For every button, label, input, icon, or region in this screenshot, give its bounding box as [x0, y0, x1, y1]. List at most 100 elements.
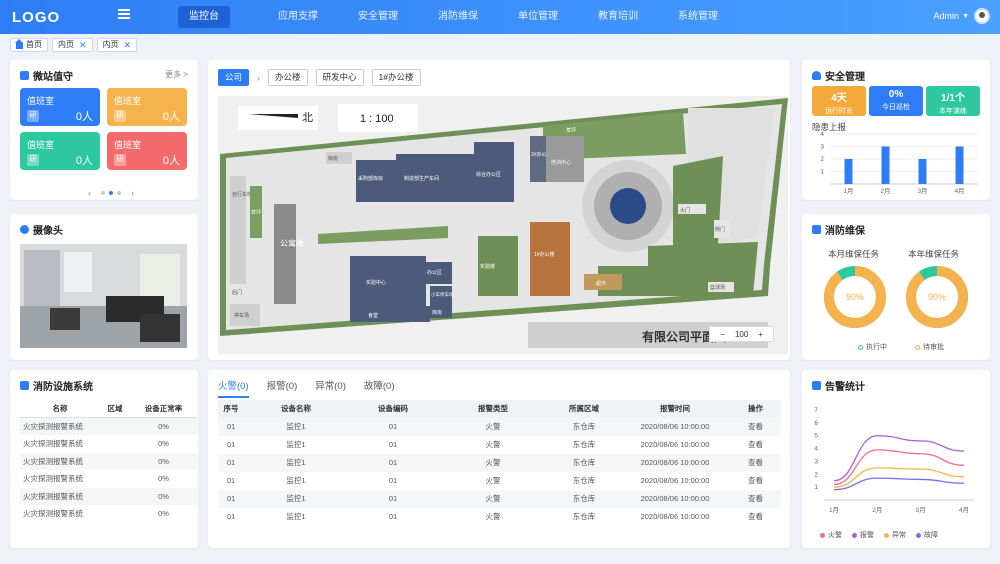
- avatar[interactable]: [974, 8, 990, 24]
- table-cell: [100, 418, 130, 436]
- top-bar: LOGO 监控台 应用支撑 安全管理 消防维保 单位管理 教育培训 系统管理 A…: [0, 0, 1000, 34]
- map-label: 篮球场: [710, 284, 725, 291]
- col-header: 设备名称: [281, 404, 311, 413]
- tab-fault[interactable]: 故障(0): [364, 378, 395, 398]
- legend-dot: [916, 532, 921, 538]
- breadcrumb-item[interactable]: 1#办公楼: [371, 69, 421, 86]
- x-tick-label: 3月: [916, 506, 926, 514]
- nav-item-fire[interactable]: 消防维保: [418, 6, 498, 28]
- table-cell: 01: [226, 440, 236, 449]
- alarm-tabs: 火警(0) 报警(0) 异常(0) 故障(0): [218, 378, 413, 398]
- table-cell: 监控1: [286, 476, 306, 485]
- duty-room-4[interactable]: 值班室研 0人: [107, 132, 187, 170]
- table-cell: 火警: [485, 440, 501, 449]
- floor-plan-map[interactable]: 北 1 : 100 公寓楼 自行车停放区 草坪 采购部库房 制造部生产车间 综合…: [218, 96, 788, 354]
- breadcrumb-item[interactable]: 研发中心: [315, 69, 364, 86]
- legend-dot: [884, 532, 889, 538]
- yearly-task-label: 本年维保任务: [908, 249, 960, 259]
- table-cell: [100, 435, 130, 453]
- chevron-right-icon[interactable]: ›: [131, 188, 134, 198]
- view-link[interactable]: 查看: [730, 508, 781, 526]
- col-header: 所属区域: [569, 404, 599, 413]
- view-link[interactable]: 查看: [730, 436, 781, 454]
- pager-dot[interactable]: [117, 191, 121, 195]
- breadcrumb-item[interactable]: 公司: [218, 69, 250, 86]
- duty-room-1[interactable]: 值班室研 0人: [20, 88, 100, 126]
- duty-badge: 研: [114, 110, 126, 122]
- x-tick-label: 2月: [872, 506, 882, 514]
- map-label: 后门: [232, 289, 242, 296]
- nav-item-system[interactable]: 系统管理: [658, 6, 738, 28]
- close-icon[interactable]: ✕: [79, 39, 87, 51]
- tab-fire[interactable]: 火警(0): [218, 378, 249, 398]
- view-link[interactable]: 查看: [730, 490, 781, 508]
- table-cell: 监控1: [286, 458, 306, 467]
- more-link[interactable]: 更多 >: [165, 69, 188, 80]
- table-row[interactable]: 火灾探测报警系统 0%: [20, 487, 197, 505]
- nav-item-safety[interactable]: 安全管理: [338, 6, 418, 28]
- pager-dot[interactable]: [101, 191, 105, 195]
- legend-dot: [852, 532, 857, 538]
- zoom-in-button[interactable]: +: [758, 330, 763, 339]
- duty-room-2[interactable]: 值班室研 0人: [107, 88, 187, 126]
- table-cell: [100, 453, 130, 471]
- table-row: 01 监控1 01 火警 东仓库 2020/08/06 10:00:00 查看: [218, 508, 781, 526]
- zoom-out-button[interactable]: −: [720, 330, 725, 339]
- tab-label: 内页: [102, 40, 119, 49]
- x-tick-label: 2月: [880, 187, 890, 195]
- tab-abnormal[interactable]: 异常(0): [315, 378, 346, 398]
- table-cell: 火警: [485, 458, 501, 467]
- map-label: 超市: [596, 280, 606, 287]
- table-row: 01 监控1 01 火警 东仓库 2020/08/06 10:00:00 查看: [218, 454, 781, 472]
- tab-inner-2[interactable]: 内页 ✕: [96, 38, 138, 52]
- tab-inner-1[interactable]: 内页 ✕: [52, 38, 93, 52]
- table-cell: 监控1: [286, 512, 306, 521]
- facility-card: 消防设施系统 名称 区域 设备正常率 火灾探测报警系统 0% 火灾探测报警系统 0% 火…: [10, 370, 198, 548]
- col-header: 操作: [748, 404, 763, 413]
- table-cell: 0%: [158, 474, 169, 483]
- stat-value: 1/1个: [941, 93, 965, 104]
- table-header: 名称 区域 设备正常率: [20, 400, 197, 418]
- menu-icon[interactable]: [118, 9, 130, 19]
- chevron-down-icon: ▼: [962, 12, 969, 20]
- user-name: Admin: [933, 11, 960, 21]
- camera-feed[interactable]: [20, 244, 187, 348]
- view-link[interactable]: 查看: [730, 454, 781, 472]
- close-icon[interactable]: ✕: [124, 39, 132, 51]
- facility-table: 名称 区域 设备正常率 火灾探测报警系统 0% 火灾探测报警系统 0% 火灾探测报警系统…: [20, 400, 197, 523]
- view-link[interactable]: 查看: [730, 472, 781, 490]
- user-menu[interactable]: Admin ▼: [934, 8, 990, 24]
- pager-dot-active[interactable]: [109, 191, 113, 195]
- nav-item-edu[interactable]: 教育培训: [578, 6, 658, 28]
- alarm-stat-legend: 火警 报警 异常 故障: [820, 530, 948, 540]
- table-cell: 火警: [485, 494, 501, 503]
- bar: [918, 159, 927, 184]
- nav-item-monitor[interactable]: 监控台: [178, 6, 230, 28]
- chevron-left-icon[interactable]: ‹: [88, 188, 91, 198]
- duty-room-3[interactable]: 值班室研 0人: [20, 132, 100, 170]
- table-row[interactable]: 火灾探测报警系统 0%: [20, 452, 197, 471]
- tab-alarm[interactable]: 报警(0): [267, 378, 298, 398]
- legend-item: 火警: [820, 530, 842, 540]
- alarm-table: 序号 设备名称 设备编码 报警类型 所属区域 报警时间 操作 01 监控1 01 火警 东仓库 2020…: [218, 400, 781, 526]
- map-label: 食堂: [368, 312, 378, 319]
- table-row[interactable]: 火灾探测报警系统 0%: [20, 470, 197, 488]
- y-tick-label: 6: [814, 420, 818, 427]
- nav-item-unit[interactable]: 单位管理: [498, 6, 578, 28]
- table-cell: 2020/08/06 10:00:00: [640, 476, 710, 485]
- view-link[interactable]: 查看: [730, 418, 781, 436]
- table-row[interactable]: 火灾探测报警系统 0%: [20, 417, 197, 436]
- legend-label: 火警: [828, 532, 842, 539]
- table-row[interactable]: 火灾探测报警系统 0%: [20, 505, 197, 523]
- tab-label: 首页: [26, 40, 42, 49]
- tab-home[interactable]: 首页: [10, 38, 48, 52]
- monthly-donut: 90%: [824, 266, 886, 328]
- map-label: 小车停车场: [431, 291, 454, 298]
- table-cell: 火警: [485, 476, 501, 485]
- duty-badge: 研: [27, 110, 39, 122]
- table-row[interactable]: 火灾探测报警系统 0%: [20, 435, 197, 453]
- nav-item-app[interactable]: 应用支撑: [258, 6, 338, 28]
- breadcrumb-item[interactable]: 办公楼: [268, 69, 308, 86]
- maint-title-text: 消防维保: [825, 226, 865, 237]
- table-cell: 火灾探测报警系统: [23, 439, 83, 448]
